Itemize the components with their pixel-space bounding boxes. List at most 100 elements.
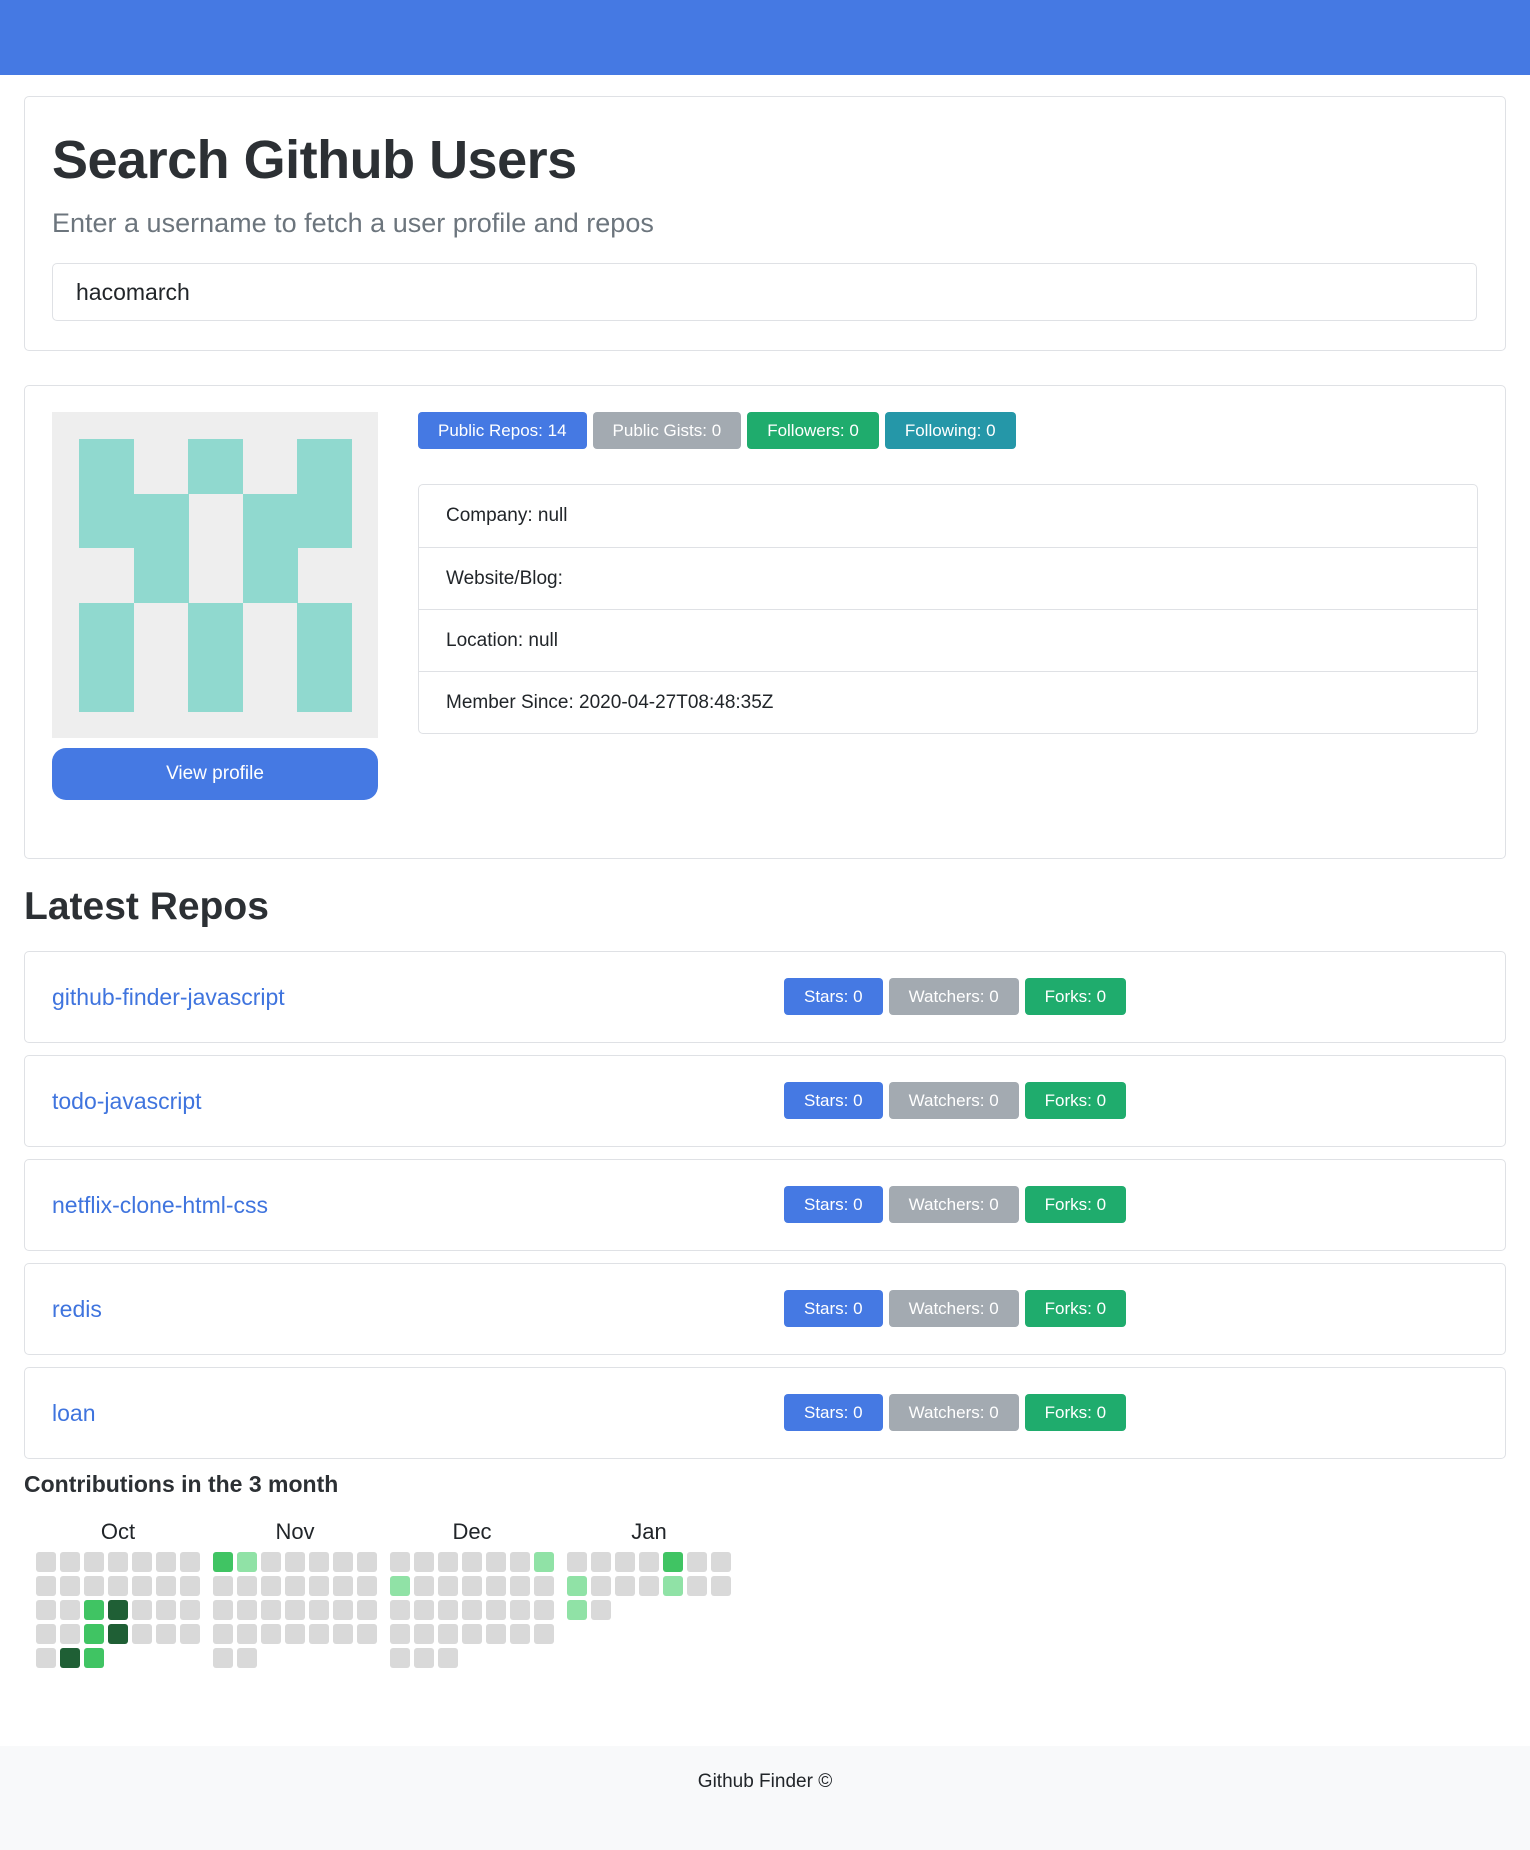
contribution-cell [261, 1624, 281, 1644]
contribution-cell [414, 1552, 434, 1572]
contribution-cell [213, 1648, 233, 1668]
contribution-cell [591, 1576, 611, 1596]
contribution-cell [639, 1552, 659, 1572]
contribution-cell [510, 1552, 530, 1572]
contribution-cell [357, 1576, 377, 1596]
avatar-pixel [188, 603, 243, 712]
repo-link[interactable]: loan [52, 1400, 95, 1427]
repo-link[interactable]: redis [52, 1296, 102, 1323]
contribution-cell [663, 1576, 683, 1596]
watchers-badge: Watchers: 0 [888, 1290, 1019, 1327]
forks-badge: Forks: 0 [1024, 1082, 1127, 1119]
contribution-cell [84, 1648, 104, 1668]
main-container: Search Github Users Enter a username to … [0, 96, 1530, 1668]
contribution-cell [84, 1600, 104, 1620]
contribution-cell [285, 1600, 305, 1620]
contribution-cell [237, 1576, 257, 1596]
month-nov: Nov [213, 1518, 377, 1668]
website-item: Website/Blog: [419, 547, 1477, 609]
member-since-item: Member Since: 2020-04-27T08:48:35Z [419, 671, 1477, 733]
watchers-badge: Watchers: 0 [888, 978, 1019, 1015]
contribution-cell [333, 1624, 353, 1644]
month-grid [213, 1552, 377, 1668]
month-dec: Dec [390, 1518, 554, 1668]
avatar [52, 412, 378, 738]
profile-info-list: Company: null Website/Blog: Location: nu… [418, 484, 1478, 734]
repo-badges: Stars: 0 Watchers: 0 Forks: 0 [784, 1290, 1127, 1327]
footer-text: Github Finder © [697, 1771, 833, 1792]
month-grid [567, 1552, 731, 1620]
contribution-cell [486, 1576, 506, 1596]
contribution-cell [261, 1600, 281, 1620]
contribution-cell [438, 1552, 458, 1572]
contribution-cell [390, 1552, 410, 1572]
month-label: Oct [100, 1519, 136, 1544]
contribution-cell [663, 1552, 683, 1572]
contribution-cell [462, 1576, 482, 1596]
contribution-cell [237, 1600, 257, 1620]
contribution-cell [534, 1576, 554, 1596]
contribution-cell [486, 1624, 506, 1644]
footer: Github Finder © [0, 1746, 1530, 1850]
month-label: Nov [275, 1519, 315, 1544]
contribution-cell [237, 1552, 257, 1572]
contribution-cell [156, 1552, 176, 1572]
repo-badges: Stars: 0 Watchers: 0 Forks: 0 [784, 1394, 1127, 1431]
search-input[interactable] [52, 263, 1477, 321]
contribution-cell [213, 1600, 233, 1620]
contribution-cell [180, 1552, 200, 1572]
contribution-cell [438, 1624, 458, 1644]
repo-link[interactable]: todo-javascript [52, 1088, 202, 1115]
contribution-cell [309, 1600, 329, 1620]
contribution-cell [462, 1552, 482, 1572]
repo-badges: Stars: 0 Watchers: 0 Forks: 0 [784, 978, 1127, 1015]
month-grid [390, 1552, 554, 1668]
contribution-cell [534, 1600, 554, 1620]
contribution-cell [237, 1648, 257, 1668]
contribution-cell [180, 1624, 200, 1644]
contribution-cell [309, 1624, 329, 1644]
repo-link[interactable]: netflix-clone-html-css [52, 1192, 268, 1219]
avatar-pixel [134, 494, 189, 603]
contribution-cell [132, 1576, 152, 1596]
contribution-cell [156, 1624, 176, 1644]
contribution-cell [60, 1648, 80, 1668]
view-profile-button[interactable]: View profile [52, 748, 378, 800]
contribution-cell [36, 1600, 56, 1620]
watchers-badge: Watchers: 0 [888, 1186, 1019, 1223]
contribution-cell [462, 1600, 482, 1620]
contribution-cell [591, 1600, 611, 1620]
contribution-cell [390, 1600, 410, 1620]
repo-link[interactable]: github-finder-javascript [52, 984, 285, 1011]
contribution-cell [510, 1576, 530, 1596]
avatar-pixel [297, 439, 352, 548]
contribution-cell [261, 1576, 281, 1596]
contribution-cell [309, 1576, 329, 1596]
profile-badges: Public Repos: 14 Public Gists: 0 Followe… [418, 412, 1478, 449]
repos-heading: Latest Repos [24, 885, 269, 928]
avatar-pixel [79, 439, 134, 548]
forks-badge: Forks: 0 [1024, 978, 1127, 1015]
following-badge: Following: 0 [884, 412, 1016, 449]
repo-card: todo-javascript Stars: 0 Watchers: 0 For… [24, 1055, 1506, 1147]
contribution-cell [711, 1552, 731, 1572]
contribution-cell [60, 1576, 80, 1596]
contribution-cell [591, 1552, 611, 1572]
month-label: Dec [452, 1519, 492, 1544]
contribution-cell [414, 1576, 434, 1596]
contribution-cell [486, 1600, 506, 1620]
contribution-cell [687, 1552, 707, 1572]
avatar-pixel [297, 603, 352, 712]
stars-badge: Stars: 0 [784, 1394, 883, 1431]
contribution-cell [333, 1576, 353, 1596]
repo-card: github-finder-javascript Stars: 0 Watche… [24, 951, 1506, 1043]
stars-badge: Stars: 0 [784, 1290, 883, 1327]
contribution-cell [84, 1576, 104, 1596]
contribution-cell [36, 1552, 56, 1572]
contribution-cell [357, 1624, 377, 1644]
avatar-pixel [243, 494, 298, 603]
page-title: Search Github Users [52, 130, 577, 190]
contribution-cell [36, 1624, 56, 1644]
stars-badge: Stars: 0 [784, 1186, 883, 1223]
followers-badge: Followers: 0 [747, 412, 879, 449]
